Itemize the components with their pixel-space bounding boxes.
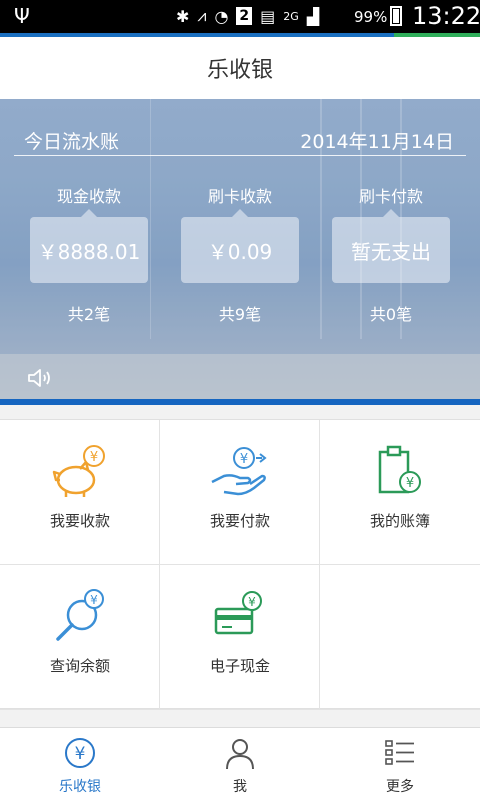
battery-icon [390, 6, 402, 26]
sim-card-icon: ▤ [260, 6, 276, 26]
tile-label: 查询余额 [49, 657, 110, 675]
tab-label: 我 [233, 779, 247, 795]
ledger-icon: ¥ [378, 445, 421, 494]
balance-search-icon: ¥ [56, 589, 104, 641]
network-type: 2G [283, 9, 299, 23]
svg-text:¥: ¥ [240, 452, 248, 467]
announcement-bar [0, 354, 480, 399]
svg-text:¥: ¥ [75, 744, 86, 764]
speaker-icon[interactable] [26, 366, 54, 390]
clock: 13:22 [412, 2, 480, 30]
transaction-count: 共2笔 [67, 305, 111, 324]
vibrate-off-icon: ⩘ [197, 6, 207, 25]
summary-banner: 今日流水账 2014年11月14日 现金收款 ￥8888.01 共2笔 刷卡收款… [0, 99, 480, 399]
amount-box: ￥8888.01 [30, 209, 148, 283]
wifi-icon: ◔ [214, 6, 229, 26]
column-label: 刷卡付款 [358, 187, 423, 206]
receive-payment-tile[interactable]: ¥ 我要收款 [0, 420, 160, 565]
status-icons: ✱ ⩘ ◔ 2 ▤ 2G ▟ [176, 6, 319, 26]
battery-percent: 99% [354, 8, 388, 26]
amount-box: 暂无支出 [332, 209, 450, 283]
svg-text:¥: ¥ [406, 476, 414, 491]
make-payment-tile[interactable]: ¥ 我要付款 [160, 420, 320, 565]
yuan-circle-icon: ¥ [65, 738, 95, 768]
app-title: 乐收银 [0, 37, 480, 99]
svg-text:¥: ¥ [90, 593, 98, 607]
usb-icon: Ψ [14, 4, 30, 28]
empty-tile [320, 565, 480, 710]
summary-date: 2014年11月14日 [300, 131, 454, 153]
tile-label: 我要付款 [209, 512, 270, 530]
svg-text:¥: ¥ [90, 450, 98, 465]
pay-hand-icon: ¥ [211, 447, 267, 496]
summary-header: 今日流水账 2014年11月14日 [14, 127, 466, 155]
tab-label: 乐收银 [59, 779, 101, 795]
bottom-tab-bar: ¥ 乐收银 我 更多 [0, 727, 480, 800]
column-label: 现金收款 [56, 187, 121, 206]
tab-home[interactable]: ¥ 乐收银 [0, 736, 160, 796]
column-label: 刷卡收款 [207, 187, 272, 206]
tab-me[interactable]: 我 [160, 736, 320, 796]
ledger-tile[interactable]: ¥ 我的账簿 [320, 420, 480, 565]
ecash-tile[interactable]: ¥ 电子现金 [160, 565, 320, 710]
transaction-count: 共9笔 [218, 305, 262, 324]
cash-receipt-summary[interactable]: 现金收款 ￥8888.01 共2笔 [30, 183, 148, 325]
card-receipt-summary[interactable]: 刷卡收款 ￥0.09 共9笔 [181, 183, 299, 325]
tile-label: 我的账簿 [369, 512, 430, 530]
function-grid: ¥ 我要收款 ¥ 我要付款 ¥ 我的账簿 ¥ 查询余额 ¥ 电子现金 [0, 419, 480, 710]
balance-inquiry-tile[interactable]: ¥ 查询余额 [0, 565, 160, 710]
piggy-bank-icon: ¥ [52, 445, 105, 497]
tile-label: 电子现金 [209, 657, 270, 675]
card-payment-summary[interactable]: 刷卡付款 暂无支出 共0笔 [332, 183, 450, 325]
ecash-card-icon: ¥ [214, 591, 262, 635]
amount-box: ￥0.09 [181, 209, 299, 283]
svg-text:¥: ¥ [248, 595, 256, 609]
bluetooth-icon: ✱ [176, 6, 190, 26]
divider [14, 155, 466, 156]
tab-more[interactable]: 更多 [320, 736, 480, 796]
status-bar: Ψ ✱ ⩘ ◔ 2 ▤ 2G ▟ 99% 13:22 [0, 0, 480, 33]
list-icon [385, 740, 414, 765]
banner-bottom-border [0, 399, 480, 405]
user-icon [226, 739, 254, 770]
summary-heading: 今日流水账 [24, 131, 120, 153]
signal-icon: ▟ [306, 6, 320, 26]
sim-slot-badge: 2 [236, 7, 253, 25]
tile-label: 我要收款 [49, 512, 110, 530]
tab-label: 更多 [386, 779, 414, 795]
transaction-count: 共0笔 [369, 305, 413, 324]
